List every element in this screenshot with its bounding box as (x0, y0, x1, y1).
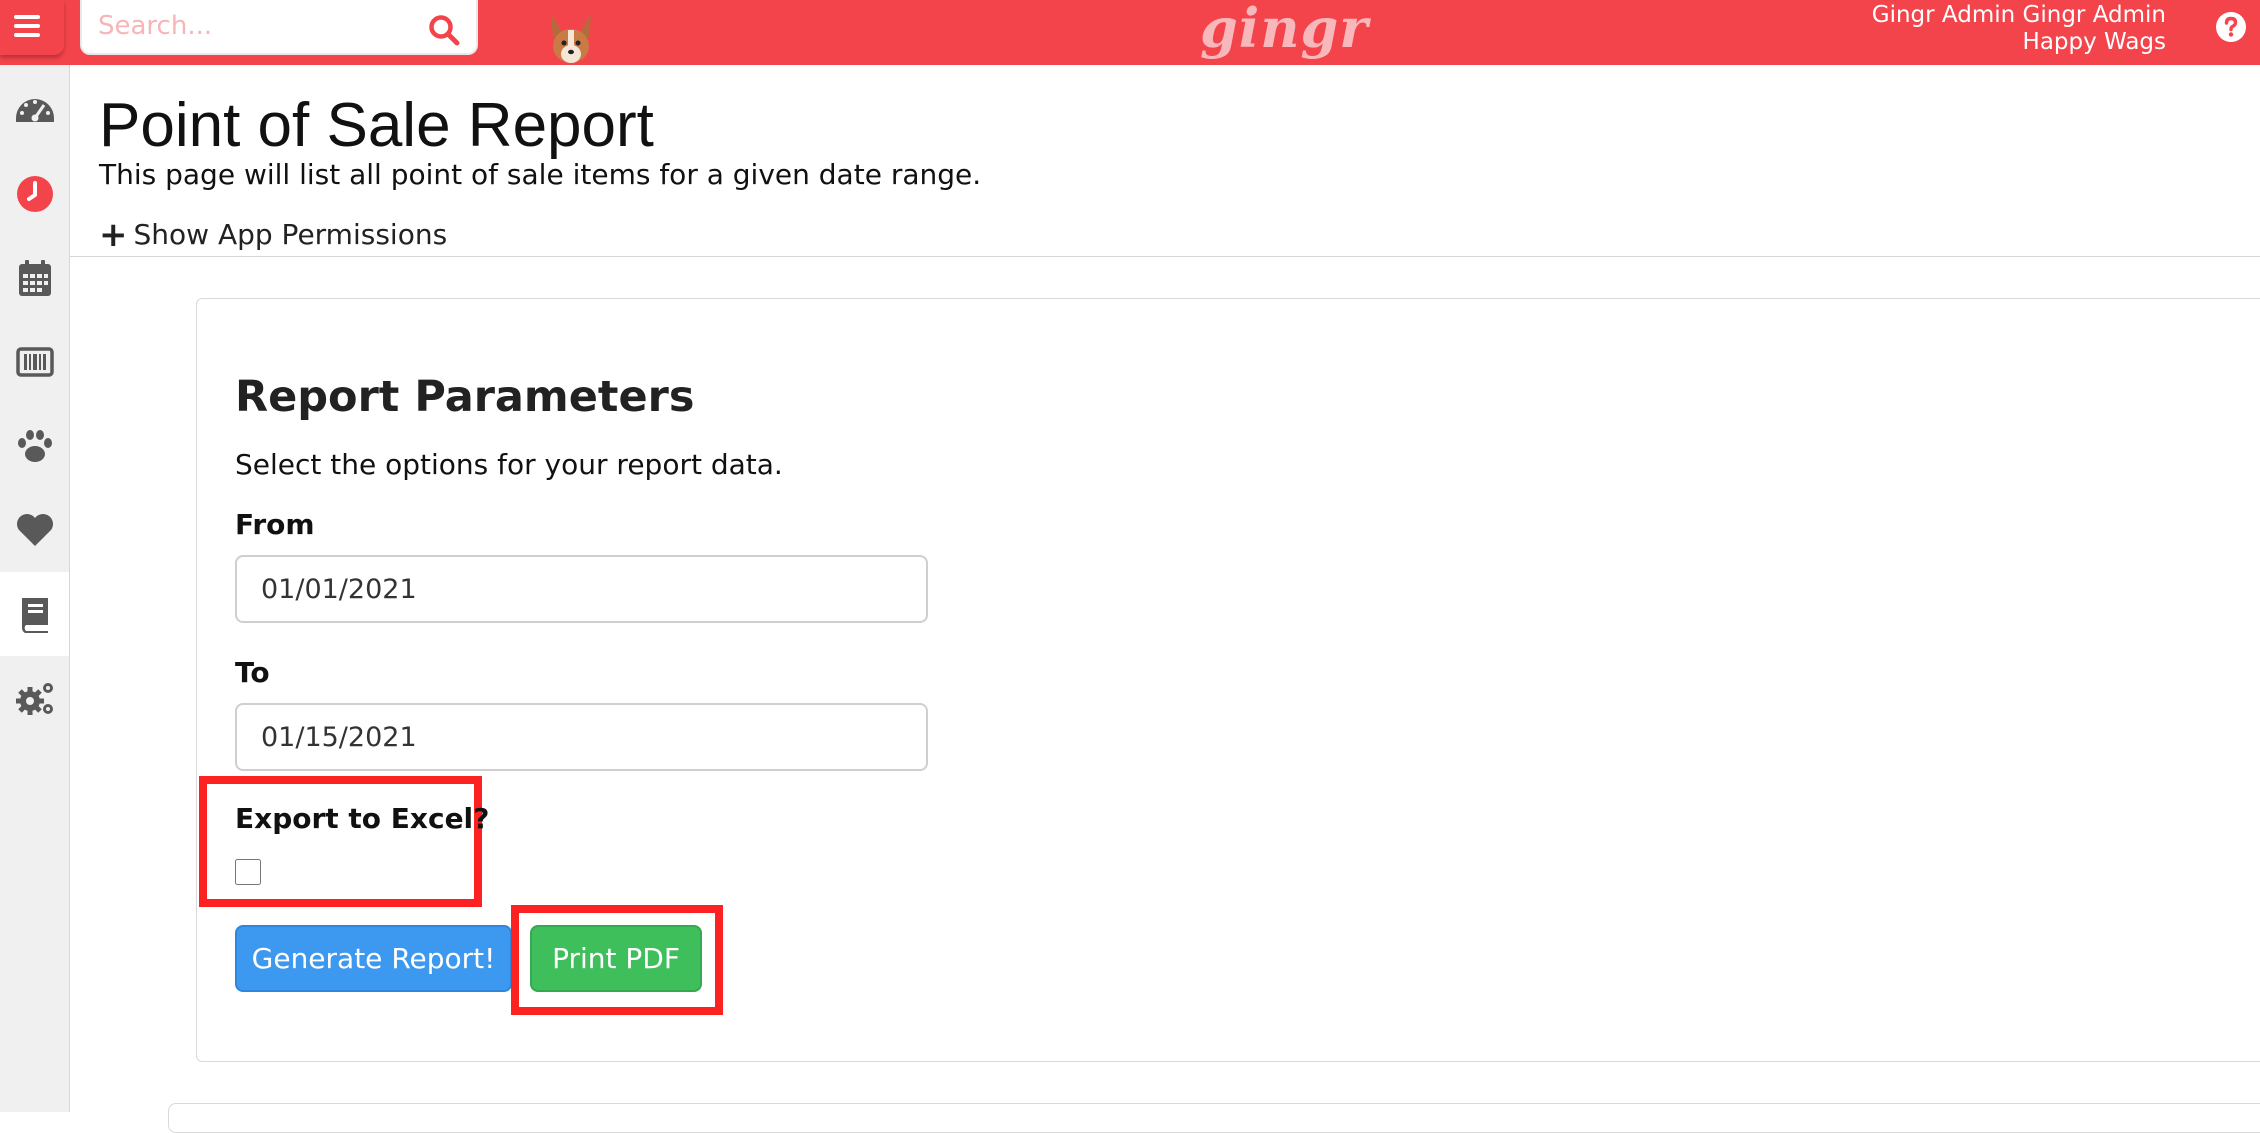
gingr-logo: gingr (1200, 0, 1369, 60)
book-icon (21, 598, 48, 633)
calendar-icon (18, 260, 51, 296)
help-icon[interactable] (2214, 10, 2248, 44)
from-label: From (235, 508, 315, 541)
search-icon[interactable] (426, 12, 462, 48)
sidebar-item-barcode[interactable] (0, 320, 69, 404)
sidebar-item-clock[interactable] (0, 152, 69, 236)
search-box (80, 0, 478, 55)
show-permissions-label: Show App Permissions (133, 218, 448, 251)
menu-bar-icon (14, 24, 40, 28)
show-permissions-toggle[interactable]: + Show App Permissions (99, 214, 448, 255)
plus-icon: + (99, 214, 128, 255)
dashboard-gauge-icon (15, 99, 54, 122)
report-parameters-description: Select the options for your report data. (235, 448, 783, 481)
page-title: Point of Sale Report (99, 91, 654, 160)
to-date-input[interactable] (235, 703, 928, 771)
sidebar (0, 65, 70, 1112)
menu-bar-icon (14, 33, 40, 37)
sidebar-item-favorites[interactable] (0, 488, 69, 572)
hamburger-menu-button[interactable] (0, 0, 64, 55)
print-pdf-button[interactable]: Print PDF (530, 925, 702, 992)
settings-gears-icon (15, 683, 53, 715)
sidebar-item-pets[interactable] (0, 404, 69, 488)
search-input[interactable] (96, 6, 396, 46)
location-name: Happy Wags (2022, 29, 2166, 55)
sidebar-item-reports[interactable] (0, 572, 69, 656)
user-name: Gingr Admin Gingr Admin (1871, 2, 2166, 28)
top-bar: gingr Gingr Admin Gingr Admin Happy Wags (0, 0, 2260, 65)
sidebar-item-dashboard[interactable] (0, 68, 69, 152)
export-highlight-box (199, 776, 482, 907)
barcode-icon (15, 347, 54, 377)
divider (70, 256, 2260, 257)
results-card (168, 1103, 2260, 1133)
from-date-input[interactable] (235, 555, 928, 623)
report-parameters-title: Report Parameters (235, 372, 695, 422)
heart-icon (16, 514, 53, 546)
sidebar-item-settings[interactable] (0, 656, 69, 740)
menu-bar-icon (14, 15, 40, 19)
sidebar-item-calendar[interactable] (0, 236, 69, 320)
export-to-excel-checkbox[interactable] (235, 859, 261, 885)
page-description: This page will list all point of sale it… (99, 158, 982, 191)
dog-mascot-icon (551, 14, 591, 63)
export-to-excel-label: Export to Excel? (235, 802, 490, 835)
clock-icon (16, 176, 53, 212)
generate-report-button[interactable]: Generate Report! (235, 925, 512, 992)
to-label: To (235, 656, 270, 689)
paw-icon (17, 430, 52, 462)
user-info[interactable]: Gingr Admin Gingr Admin Happy Wags (1872, 2, 2166, 56)
